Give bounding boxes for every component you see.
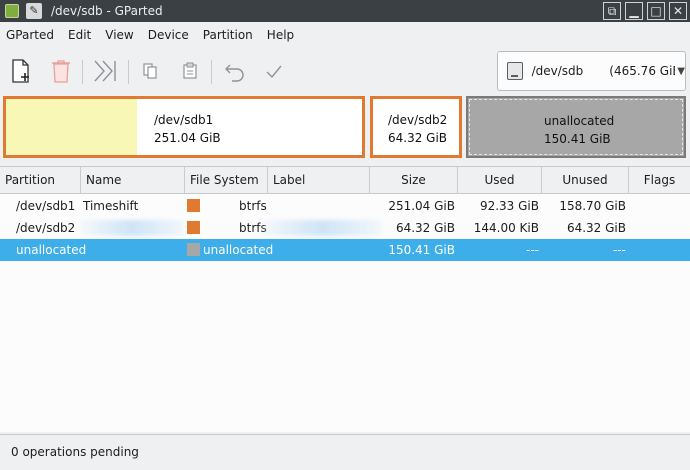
partition-block-size: 64.32 GiB [388,131,448,145]
copy-icon [143,63,157,79]
table-row-selected[interactable]: unallocated unallocated 150.41 GiB --- -… [0,239,690,261]
partition-map: /dev/sdb1 251.04 GiB /dev/sdb2 64.32 GiB… [0,96,690,162]
title-bar: ✎ /dev/sdb - GParted ⧉ ▁ □ ✕ [0,0,690,22]
column-header-partition[interactable]: Partition [0,167,81,194]
partition-block-size: 251.04 GiB [154,131,221,145]
menu-view[interactable]: View [98,24,140,46]
delete-partition-button[interactable] [46,56,76,86]
window-title: /dev/sdb - GParted [51,4,163,18]
partition-block-unallocated[interactable]: unallocated 150.41 GiB [466,96,686,158]
undo-icon [225,64,244,82]
undo-button[interactable] [220,56,250,86]
cell-partition: unallocated [16,243,87,257]
cell-used: 92.33 GiB [479,199,539,213]
menu-gparted[interactable]: GParted [0,24,61,46]
restore-button[interactable]: ⧉ [603,2,621,20]
column-header-flags[interactable]: Flags [629,167,690,194]
apply-all-button[interactable] [90,56,120,86]
filesystem-color-swatch [187,243,200,256]
gparted-app-icon [5,4,19,18]
cell-unused: 64.32 GiB [566,221,626,235]
column-header-used[interactable]: Used [458,167,542,194]
disk-icon [507,62,523,80]
cell-filesystem: btrfs [239,199,267,213]
partition-block-name: unallocated [544,114,615,128]
copy-button[interactable] [135,56,165,86]
partition-table: Partition Name File System Label Size Us… [0,166,690,432]
partition-block-sdb1[interactable]: /dev/sdb1 251.04 GiB [3,96,365,158]
column-header-unused[interactable]: Unused [542,167,629,194]
operations-pending-text: 0 operations pending [11,445,139,459]
cell-partition: /dev/sdb1 [16,199,76,213]
minimize-button[interactable]: ▁ [625,2,643,20]
partition-block-name: /dev/sdb1 [154,113,214,127]
pin-icon[interactable]: ✎ [26,3,42,19]
chevron-down-icon: ▼ [677,65,685,77]
new-partition-button[interactable] [6,56,36,86]
device-selector[interactable]: /dev/sdb (465.76 GiB) ▼ [497,51,686,91]
partition-block-sdb2[interactable]: /dev/sdb2 64.32 GiB [370,96,462,158]
cell-unused: 158.70 GiB [559,199,626,213]
cell-filesystem: unallocated [203,243,274,257]
device-size: (465.76 GiB) [609,64,675,78]
checkmark-icon [266,65,282,79]
apply-button[interactable] [259,56,289,86]
filesystem-color-swatch [187,221,200,234]
partition-block-name: /dev/sdb2 [388,113,448,127]
cell-size: 150.41 GiB [388,243,455,257]
menu-bar: GParted Edit View Device Partition Help [0,24,301,46]
cell-partition: /dev/sdb2 [16,221,76,235]
cell-unused: --- [613,243,626,257]
paste-icon [183,62,197,79]
table-row[interactable]: /dev/sdb1 Timeshift btrfs 251.04 GiB 92.… [0,195,690,217]
column-header-name[interactable]: Name [81,167,185,194]
redacted-name [80,220,184,236]
trash-icon [52,60,70,83]
cell-size: 251.04 GiB [388,199,455,213]
partition-block-size: 150.41 GiB [544,132,611,146]
menu-partition[interactable]: Partition [196,24,260,46]
column-header-size[interactable]: Size [370,167,458,194]
close-button[interactable]: ✕ [669,2,687,20]
cell-used: --- [526,243,539,257]
toolbar-separator [128,60,129,84]
menu-help[interactable]: Help [260,24,301,46]
filesystem-color-swatch [187,199,200,212]
column-header-label[interactable]: Label [268,167,370,194]
table-row[interactable]: /dev/sdb2 btrfs 64.32 GiB 144.00 KiB 64.… [0,217,690,239]
menu-device[interactable]: Device [141,24,196,46]
table-header: Partition Name File System Label Size Us… [0,167,690,194]
toolbar-separator [82,60,83,84]
menu-edit[interactable]: Edit [61,24,98,46]
column-header-filesystem[interactable]: File System [185,167,268,194]
status-bar: 0 operations pending [0,434,690,470]
cell-used: 144.00 KiB [473,221,539,235]
toolbar-separator [211,60,212,84]
redacted-label [262,220,382,236]
used-space-bar [6,99,137,155]
cell-name: Timeshift [83,199,139,213]
device-name: /dev/sdb [531,64,584,78]
skip-forward-icon [94,60,116,82]
new-document-icon [12,59,29,83]
window-controls: ⧉ ▁ □ ✕ [603,2,687,20]
cell-size: 64.32 GiB [395,221,455,235]
paste-button[interactable] [175,56,205,86]
maximize-button[interactable]: □ [647,2,665,20]
